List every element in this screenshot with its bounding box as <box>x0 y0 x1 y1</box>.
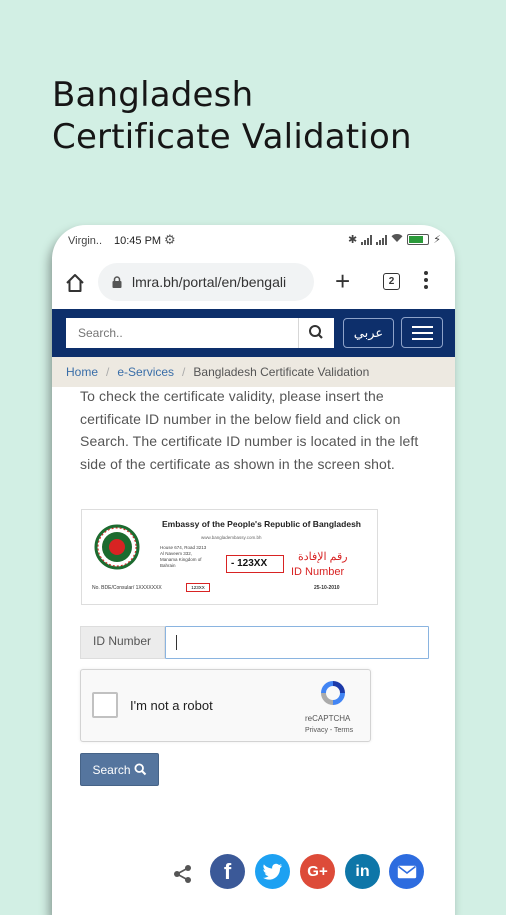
search-icon <box>134 763 146 776</box>
more-menu-icon[interactable] <box>424 271 428 292</box>
recaptcha-checkbox[interactable] <box>92 692 118 718</box>
status-icons: ✱ ⚡ <box>348 233 441 246</box>
lock-icon <box>112 276 122 288</box>
language-toggle-button[interactable]: عربي <box>343 318 394 348</box>
signal-2-icon <box>376 234 388 245</box>
site-search-input[interactable] <box>66 318 298 348</box>
battery-icon <box>407 234 430 245</box>
text-caret <box>176 635 177 650</box>
certificate-reference: No. BDE/Consular/ 1XXXXXXX <box>92 585 162 591</box>
bangladesh-emblem-icon <box>94 524 140 570</box>
promo-headline: Bangladesh Certificate Validation <box>52 74 412 158</box>
share-icon[interactable] <box>172 863 194 885</box>
recaptcha-privacy-terms[interactable]: Privacy - Terms <box>305 727 353 734</box>
browser-toolbar: lmra.bh/portal/en/bengali + 2 <box>52 257 455 309</box>
breadcrumb-separator: / <box>182 365 186 379</box>
headline-line-1: Bangladesh <box>52 75 254 115</box>
linkedin-icon[interactable]: in <box>345 854 380 889</box>
certificate-sample-image: Embassy of the People's Republic of Bang… <box>81 509 378 605</box>
certificate-date: 25-10-2010 <box>314 585 340 591</box>
search-submit-label: Search <box>92 762 131 777</box>
address-bar[interactable]: lmra.bh/portal/en/bengali <box>98 263 314 301</box>
status-time: 10:45 PM <box>114 235 162 247</box>
breadcrumb-current: Bangladesh Certificate Validation <box>193 365 370 379</box>
certificate-address: House 674, Road 3213 Al Naveem 332, Mana… <box>160 545 207 568</box>
site-navbar: عربي <box>52 309 455 357</box>
id-number-input[interactable] <box>165 626 429 659</box>
certificate-url: www.bangladembassy.com.bh <box>201 535 262 540</box>
recaptcha-label: I'm not a robot <box>130 698 213 713</box>
carrier-name: Virgin.. <box>68 235 103 247</box>
facebook-icon[interactable]: f <box>210 854 245 889</box>
home-icon[interactable] <box>64 272 86 294</box>
certificate-small-id: 123XX <box>186 583 210 592</box>
id-number-label: ID Number <box>80 626 165 659</box>
recaptcha-widget: I'm not a robot reCAPTCHA Privacy - Term… <box>80 669 371 742</box>
status-bar: Virgin.. 10:45 PM ⚙ ✱ ⚡ <box>52 225 455 257</box>
wifi-icon <box>391 233 403 246</box>
breadcrumb-eservices[interactable]: e-Services <box>117 365 174 379</box>
search-icon <box>309 325 323 339</box>
breadcrumb-separator: / <box>106 365 110 379</box>
certificate-id-number-label: ID Number <box>291 566 345 578</box>
url-text: lmra.bh/portal/en/bengali <box>132 274 287 290</box>
instructions-text: To check the certificate validity, pleas… <box>80 388 419 472</box>
signal-icon <box>361 234 373 245</box>
settings-gear-icon: ⚙ <box>164 232 176 247</box>
certificate-title: Embassy of the People's Republic of Bang… <box>162 519 361 529</box>
headline-line-2: Certificate Validation <box>52 117 412 157</box>
phone-frame: Virgin.. 10:45 PM ⚙ ✱ ⚡ lmra.bh/portal/e… <box>52 225 455 915</box>
recaptcha-logo-icon <box>321 681 345 705</box>
certificate-id-highlight: - 123XX <box>226 555 284 573</box>
breadcrumb: Home / e-Services / Bangladesh Certifica… <box>52 357 455 387</box>
charging-icon: ⚡ <box>433 234 441 246</box>
twitter-icon[interactable] <box>255 854 290 889</box>
recaptcha-brand: reCAPTCHA <box>305 714 351 723</box>
breadcrumb-home[interactable]: Home <box>66 365 98 379</box>
hamburger-menu-button[interactable] <box>401 317 443 348</box>
site-search-button[interactable] <box>298 318 334 348</box>
email-icon[interactable] <box>389 854 424 889</box>
search-submit-button[interactable]: Search <box>80 753 159 786</box>
google-plus-icon[interactable]: G+ <box>300 854 335 889</box>
tab-switcher-button[interactable]: 2 <box>383 273 400 290</box>
bluetooth-icon: ✱ <box>348 234 358 246</box>
certificate-arabic-label: رقم الإفادة <box>298 551 348 563</box>
new-tab-button[interactable]: + <box>335 268 350 294</box>
